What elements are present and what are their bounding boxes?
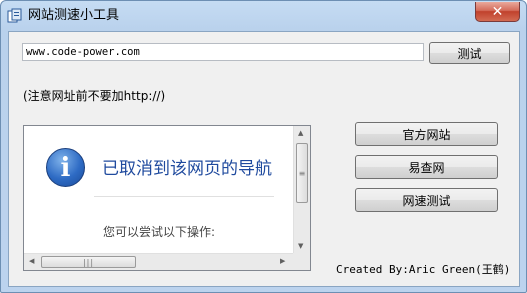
- scroll-left-icon[interactable]: ◀: [29, 258, 34, 265]
- url-input[interactable]: [22, 43, 424, 61]
- divider: [94, 196, 274, 197]
- test-button[interactable]: 测试: [429, 42, 510, 64]
- web-browser-panel[interactable]: i 已取消到该网页的导航 您可以尝试以下操作: ▲ ≡ ▼ ◀ ||| ▶: [23, 125, 311, 271]
- speed-test-button[interactable]: 网速测试: [355, 188, 498, 212]
- client-area: 测试 (注意网址前不要加http://) i 已取消到该网页的导航 您可以尝试以…: [8, 31, 520, 287]
- info-icon: i: [46, 148, 85, 187]
- app-icon: [7, 8, 22, 23]
- scroll-up-icon[interactable]: ▲: [298, 130, 303, 137]
- vertical-scrollbar[interactable]: ▲ ≡ ▼: [293, 126, 310, 254]
- window-title: 网站测速小工具: [28, 8, 120, 23]
- title-bar[interactable]: 网站测速小工具 ✕: [1, 1, 526, 31]
- lookup-site-button[interactable]: 易查网: [355, 155, 498, 179]
- official-site-button[interactable]: 官方网站: [355, 122, 498, 146]
- horizontal-scroll-thumb[interactable]: |||: [41, 256, 136, 268]
- hint-text: (注意网址前不要加http://): [23, 89, 166, 103]
- scroll-right-icon[interactable]: ▶: [280, 258, 285, 265]
- scroll-down-icon[interactable]: ▼: [298, 243, 303, 250]
- browser-content: i 已取消到该网页的导航 您可以尝试以下操作:: [24, 126, 294, 254]
- suggestion-text: 您可以尝试以下操作:: [103, 225, 216, 239]
- vertical-scroll-thumb[interactable]: ≡: [296, 143, 308, 203]
- close-button[interactable]: ✕: [475, 2, 520, 22]
- app-window: 网站测速小工具 ✕ 测试 (注意网址前不要加http://) i 已取消到该网页…: [0, 0, 527, 293]
- horizontal-scrollbar[interactable]: ◀ ||| ▶: [24, 253, 294, 270]
- credit-text: Created By:Aric Green(王鹤): [336, 263, 511, 276]
- scrollbar-corner: [293, 253, 310, 270]
- navigation-canceled-heading: 已取消到该网页的导航: [102, 159, 272, 179]
- close-icon: ✕: [491, 3, 504, 20]
